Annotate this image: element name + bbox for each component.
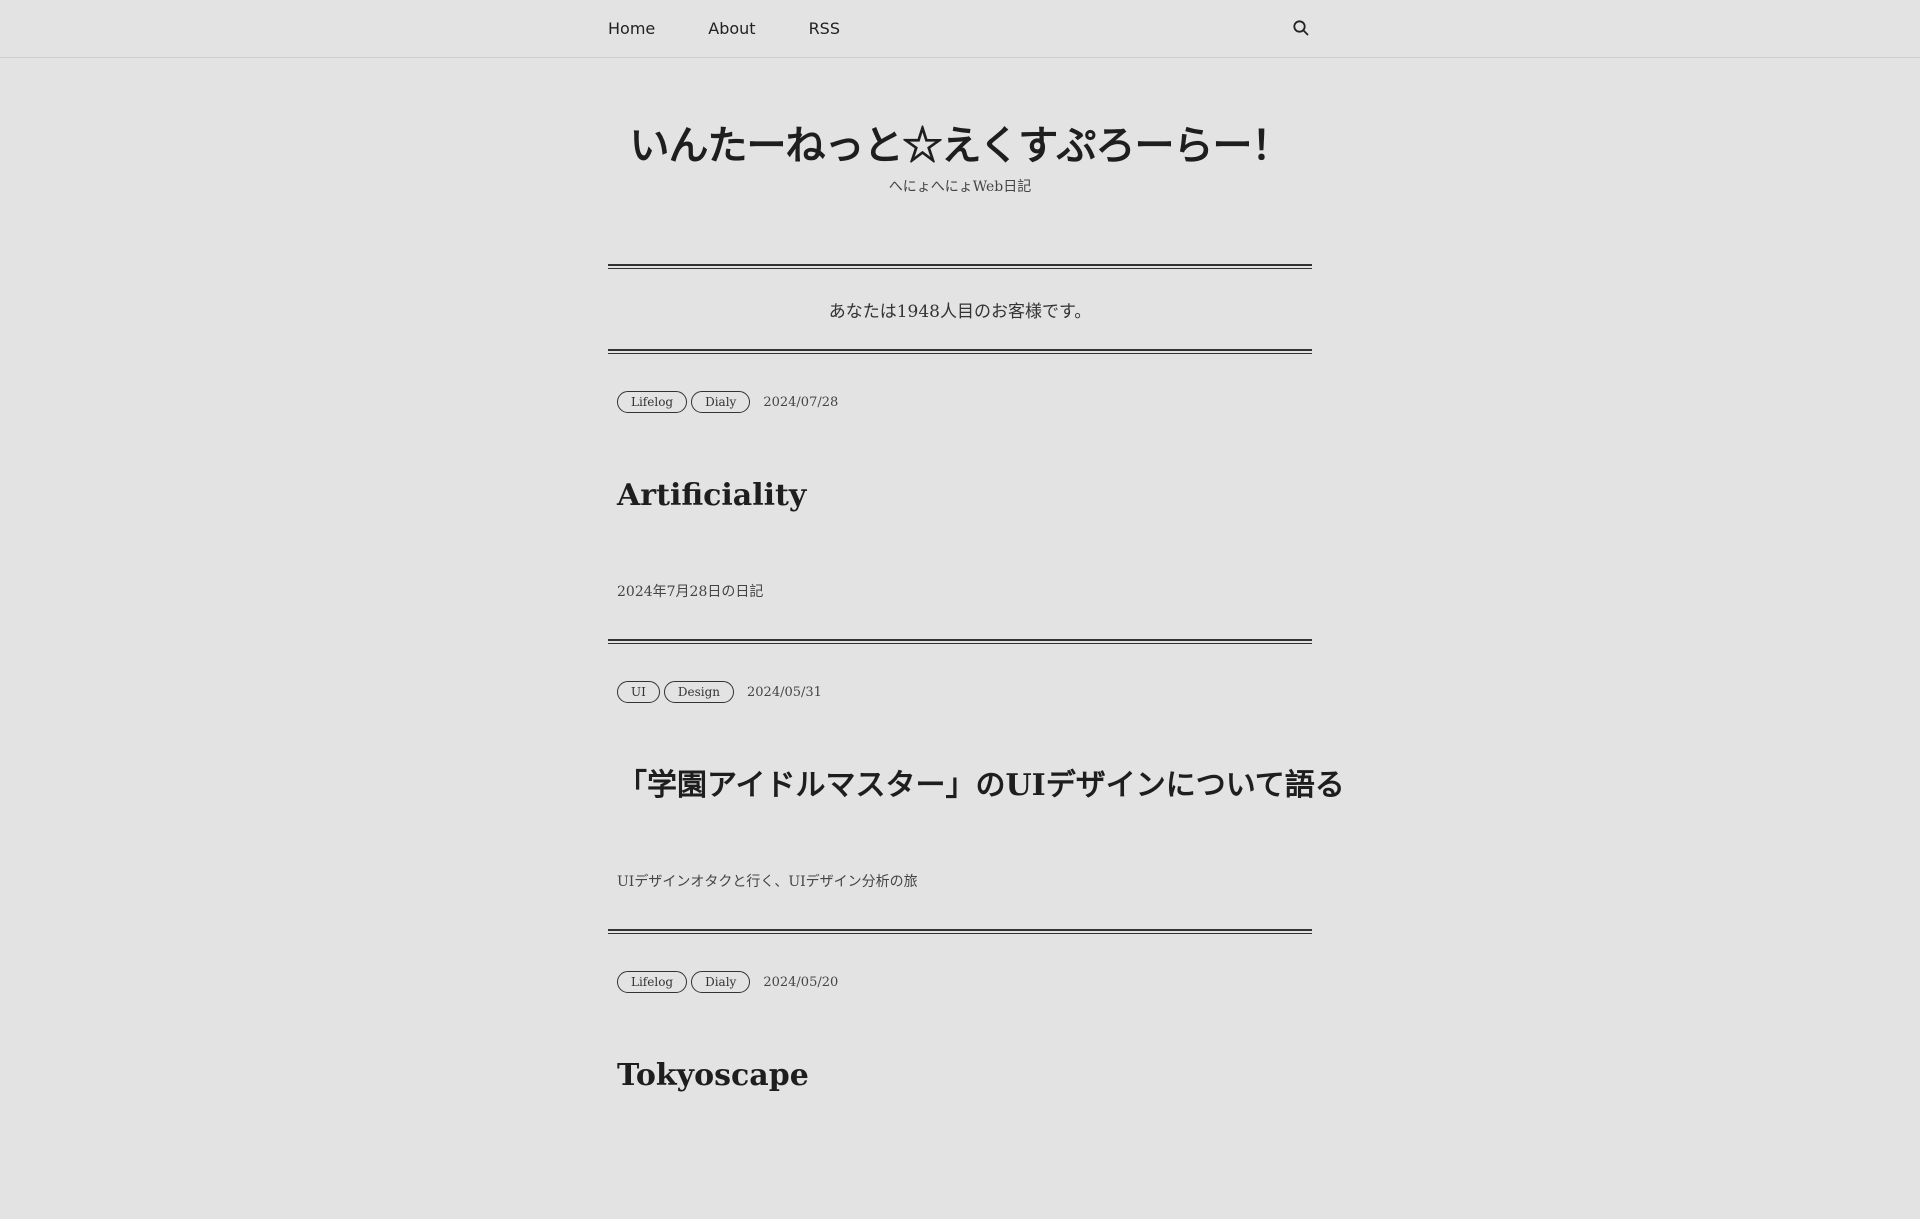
tag-badge[interactable]: UI (617, 681, 660, 703)
post-date: 2024/05/20 (763, 974, 839, 990)
main-content: あなたは1948人目のお客様です。 Lifelog Dialy 2024/07/… (608, 264, 1345, 1219)
post-date: 2024/05/31 (747, 684, 822, 700)
visitor-counter: あなたは1948人目のお客様です。 (828, 301, 1092, 322)
post-date: 2024/07/28 (763, 394, 839, 410)
top-navigation: Home About RSS (0, 0, 1920, 58)
post-meta: Lifelog Dialy 2024/07/28 (617, 390, 838, 414)
nav-link-home[interactable]: Home (608, 19, 655, 38)
nav-inner: Home About RSS (608, 0, 1312, 57)
tag-badge[interactable]: Design (663, 681, 734, 703)
search-button[interactable] (1292, 19, 1312, 39)
search-icon (1293, 20, 1309, 36)
post-title-link[interactable]: Artificiality (617, 476, 806, 516)
post-card: Lifelog Dialy 2024/05/20 Tokyoscape (608, 934, 1312, 1219)
post-title-link[interactable]: 「学園アイドルマスター」のUIデザインについて語る (617, 766, 1345, 806)
tag-badge[interactable]: Dialy (691, 391, 751, 413)
site-header: いんたーねっと☆えくすぷろーらー！ へにょへにょWeb日記 (0, 116, 1920, 198)
tag-badge[interactable]: Lifelog (617, 391, 688, 413)
post-meta: UI Design 2024/05/31 (617, 680, 822, 704)
nav-link-rss[interactable]: RSS (809, 19, 840, 38)
post-title-link[interactable]: Tokyoscape (617, 1056, 809, 1096)
post-meta: Lifelog Dialy 2024/05/20 (617, 970, 838, 994)
post-card: UI Design 2024/05/31 「学園アイドルマスター」のUIデザイン… (608, 644, 1345, 929)
site-title[interactable]: いんたーねっと☆えくすぷろーらー！ (0, 116, 1920, 176)
post-excerpt: UIデザインオタクと行く、UIデザイン分析の旅 (617, 874, 918, 890)
tag-badge[interactable]: Lifelog (617, 971, 688, 993)
post-excerpt: 2024年7月28日の日記 (617, 584, 764, 600)
tag-badge[interactable]: Dialy (691, 971, 751, 993)
nav-link-about[interactable]: About (708, 19, 755, 38)
site-tagline: へにょへにょWeb日記 (888, 179, 1032, 195)
post-card: Lifelog Dialy 2024/07/28 Artificiality 2… (608, 354, 1312, 639)
